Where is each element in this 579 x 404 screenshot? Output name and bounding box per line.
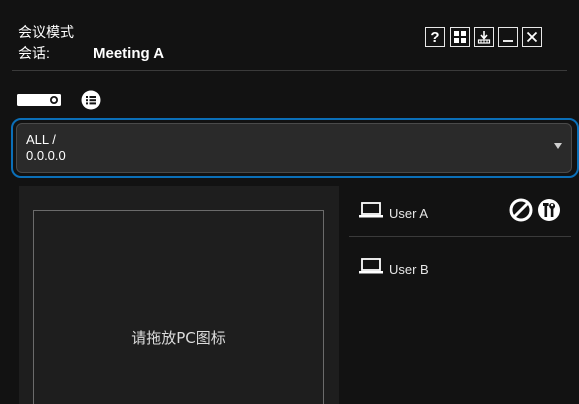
session-label: 会话: xyxy=(18,45,50,61)
list-view-icon[interactable] xyxy=(81,90,101,110)
help-button[interactable]: ? xyxy=(425,27,445,47)
block-icon[interactable] xyxy=(509,198,533,222)
window-header: 会议模式 会话: Meeting A ? xyxy=(0,0,579,70)
layout-grid-button[interactable] xyxy=(450,27,470,47)
laptop-icon xyxy=(359,258,383,274)
pc-drop-zone[interactable]: 请拖放PC图标 xyxy=(33,210,324,404)
minimize-button[interactable] xyxy=(498,27,518,47)
projector-icon[interactable] xyxy=(17,92,65,108)
laptop-icon xyxy=(359,202,383,218)
header-divider xyxy=(12,70,567,71)
help-label: ? xyxy=(430,28,440,46)
session-name: Meeting A xyxy=(93,45,165,62)
mode-label: 会议模式 xyxy=(18,24,74,40)
meeting-mode-window: 会议模式 会话: Meeting A ? ALL / 0.0.0.0 请拖放PC… xyxy=(0,0,579,404)
user-name: User B xyxy=(389,262,429,277)
minimize-icon xyxy=(503,40,513,42)
user-list: User A User B xyxy=(349,186,571,404)
selector-group: ALL / xyxy=(26,132,56,147)
user-row-b[interactable]: User B xyxy=(349,242,571,292)
user-row-a[interactable]: User A xyxy=(349,186,571,237)
download-button[interactable] xyxy=(474,27,494,47)
selector-address: 0.0.0.0 xyxy=(26,148,66,163)
drop-zone-hint: 请拖放PC图标 xyxy=(131,329,226,347)
close-button[interactable] xyxy=(522,27,542,47)
tools-icon[interactable] xyxy=(537,198,561,222)
chevron-down-icon[interactable] xyxy=(554,143,562,149)
selector-field[interactable]: ALL / 0.0.0.0 xyxy=(16,123,572,173)
close-icon xyxy=(526,31,538,43)
network-selector[interactable]: ALL / 0.0.0.0 xyxy=(11,118,579,178)
grid-icon xyxy=(454,31,466,43)
drop-panel: 请拖放PC图标 xyxy=(19,186,339,404)
user-name: User A xyxy=(389,206,429,221)
download-icon xyxy=(477,31,491,44)
